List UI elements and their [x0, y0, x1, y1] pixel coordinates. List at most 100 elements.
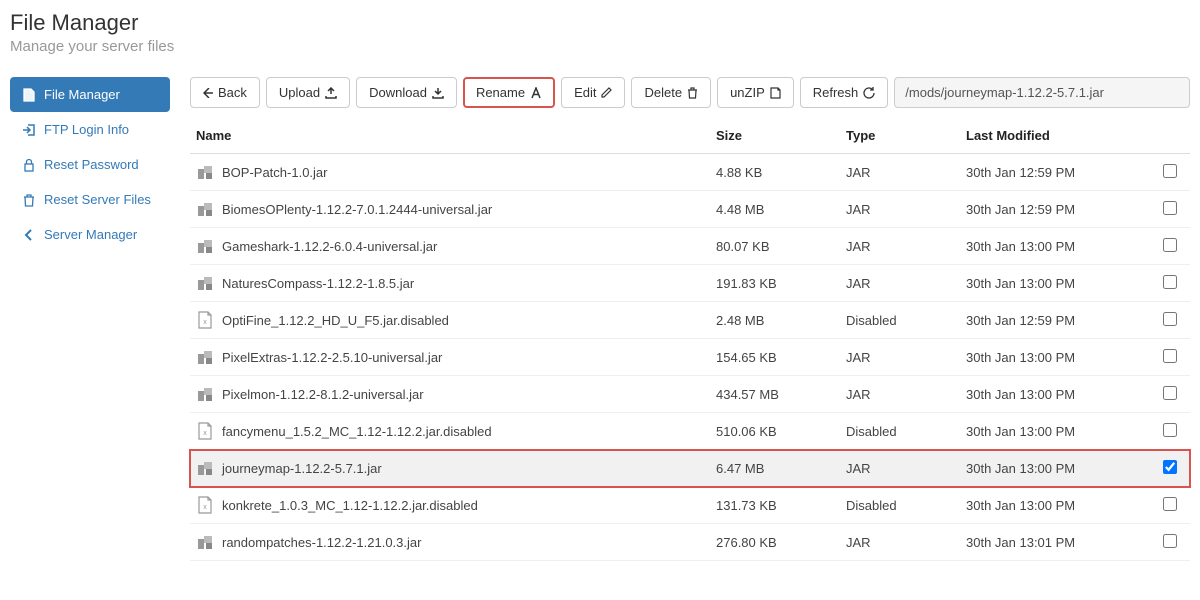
file-name-text: randompatches-1.12.2-1.21.0.3.jar	[222, 535, 421, 550]
table-row[interactable]: xfancymenu_1.5.2_MC_1.12-1.12.2.jar.disa…	[190, 413, 1190, 450]
file-type: JAR	[840, 339, 960, 376]
file-type: JAR	[840, 376, 960, 413]
file-modified: 30th Jan 13:00 PM	[960, 339, 1150, 376]
sidebar-item-label: Server Manager	[44, 227, 137, 242]
jar-file-icon	[196, 237, 214, 255]
col-header-modified[interactable]: Last Modified	[960, 120, 1150, 154]
download-button[interactable]: Download	[356, 77, 457, 108]
file-type: Disabled	[840, 413, 960, 450]
table-row[interactable]: x konkrete_1.0.3_MC_1.12-1.12.2.jar.disab…	[190, 487, 1190, 524]
row-checkbox[interactable]	[1163, 349, 1177, 363]
col-header-checkbox	[1150, 120, 1190, 154]
login-icon	[22, 123, 36, 137]
download-icon	[432, 87, 444, 99]
refresh-button[interactable]: Refresh	[800, 77, 889, 108]
col-header-size[interactable]: Size	[710, 120, 840, 154]
file-name-text: NaturesCompass-1.12.2-1.8.5.jar	[222, 276, 414, 291]
file-modified: 30th Jan 13:00 PM	[960, 450, 1150, 487]
row-checkbox[interactable]	[1163, 201, 1177, 215]
sidebar-item-label: Reset Password	[44, 157, 139, 172]
file-size: 4.48 MB	[710, 191, 840, 228]
chevron-left-icon	[22, 228, 36, 242]
sidebar-item-reset-server-files[interactable]: Reset Server Files	[10, 182, 170, 217]
table-row[interactable]: xOptiFine_1.12.2_HD_U_F5.jar.disabled2.4…	[190, 302, 1190, 339]
table-row[interactable]: Gameshark-1.12.2-6.0.4-universal.jar 80.0…	[190, 228, 1190, 265]
edit-label: Edit	[574, 85, 596, 100]
file-size: 2.48 MB	[710, 302, 840, 339]
file-name-text: BOP-Patch-1.0.jar	[222, 165, 328, 180]
row-checkbox[interactable]	[1163, 497, 1177, 511]
table-row[interactable]: BOP-Patch-1.0.jar 4.88 KBJAR30th Jan 12:5…	[190, 154, 1190, 191]
table-row[interactable]: Pixelmon-1.12.2-8.1.2-universal.jar 434.5…	[190, 376, 1190, 413]
file-modified: 30th Jan 13:00 PM	[960, 413, 1150, 450]
page-subtitle: Manage your server files	[10, 38, 1190, 55]
file-modified: 30th Jan 13:00 PM	[960, 265, 1150, 302]
file-size: 6.47 MB	[710, 450, 840, 487]
file-type: Disabled	[840, 302, 960, 339]
sidebar-item-file-manager[interactable]: File Manager	[10, 77, 170, 112]
rename-label: Rename	[476, 85, 525, 100]
sidebar-item-server-manager[interactable]: Server Manager	[10, 217, 170, 252]
delete-label: Delete	[644, 85, 682, 100]
refresh-icon	[863, 87, 875, 99]
disabled-file-icon: x	[196, 422, 214, 440]
rename-button[interactable]: Rename	[463, 77, 555, 108]
jar-file-icon	[196, 163, 214, 181]
sidebar: File Manager FTP Login Info Reset Password…	[10, 77, 170, 561]
delete-button[interactable]: Delete	[631, 77, 711, 108]
file-name-text: OptiFine_1.12.2_HD_U_F5.jar.disabled	[222, 313, 449, 328]
arrow-left-icon	[203, 88, 213, 98]
sidebar-item-ftp-login-info[interactable]: FTP Login Info	[10, 112, 170, 147]
table-row[interactable]: randompatches-1.12.2-1.21.0.3.jar 276.80 …	[190, 524, 1190, 561]
row-checkbox[interactable]	[1163, 312, 1177, 326]
svg-text:x: x	[203, 504, 207, 511]
file-size: 434.57 MB	[710, 376, 840, 413]
row-checkbox[interactable]	[1163, 275, 1177, 289]
archive-icon	[770, 87, 781, 99]
file-type: JAR	[840, 154, 960, 191]
row-checkbox[interactable]	[1163, 238, 1177, 252]
row-checkbox[interactable]	[1163, 460, 1177, 474]
table-row[interactable]: BiomesOPlenty-1.12.2-7.0.1.2444-universa…	[190, 191, 1190, 228]
file-modified: 30th Jan 12:59 PM	[960, 302, 1150, 339]
unzip-button[interactable]: unZIP	[717, 77, 794, 108]
file-size: 276.80 KB	[710, 524, 840, 561]
edit-button[interactable]: Edit	[561, 77, 625, 108]
disabled-file-icon: x	[196, 496, 214, 514]
sidebar-item-reset-password[interactable]: Reset Password	[10, 147, 170, 182]
file-icon	[22, 88, 36, 102]
unzip-label: unZIP	[730, 85, 765, 100]
row-checkbox[interactable]	[1163, 386, 1177, 400]
file-size: 4.88 KB	[710, 154, 840, 191]
download-label: Download	[369, 85, 427, 100]
file-modified: 30th Jan 12:59 PM	[960, 154, 1150, 191]
file-type: JAR	[840, 265, 960, 302]
file-name-text: Gameshark-1.12.2-6.0.4-universal.jar	[222, 239, 437, 254]
col-header-type[interactable]: Type	[840, 120, 960, 154]
sidebar-item-label: Reset Server Files	[44, 192, 151, 207]
lock-icon	[22, 158, 36, 172]
table-row[interactable]: journeymap-1.12.2-5.7.1.jar6.47 MBJAR30t…	[190, 450, 1190, 487]
back-button[interactable]: Back	[190, 77, 260, 108]
file-name-text: Pixelmon-1.12.2-8.1.2-universal.jar	[222, 387, 424, 402]
upload-button[interactable]: Upload	[266, 77, 350, 108]
row-checkbox[interactable]	[1163, 534, 1177, 548]
file-name-text: BiomesOPlenty-1.12.2-7.0.1.2444-universa…	[222, 202, 492, 217]
file-name-text: konkrete_1.0.3_MC_1.12-1.12.2.jar.disabl…	[222, 498, 478, 513]
file-size: 191.83 KB	[710, 265, 840, 302]
jar-file-icon	[196, 274, 214, 292]
file-modified: 30th Jan 13:00 PM	[960, 228, 1150, 265]
file-table: Name Size Type Last Modified BOP-Patch-1…	[190, 120, 1190, 561]
path-input[interactable]	[894, 77, 1190, 108]
jar-file-icon	[196, 385, 214, 403]
file-size: 80.07 KB	[710, 228, 840, 265]
sidebar-item-label: File Manager	[44, 87, 120, 102]
table-row[interactable]: NaturesCompass-1.12.2-1.8.5.jar 191.83 KB…	[190, 265, 1190, 302]
table-row[interactable]: PixelExtras-1.12.2-2.5.10-universal.jar1…	[190, 339, 1190, 376]
upload-icon	[325, 87, 337, 99]
trash-icon	[687, 87, 698, 99]
col-header-name[interactable]: Name	[190, 120, 710, 154]
jar-file-icon	[196, 459, 214, 477]
row-checkbox[interactable]	[1163, 164, 1177, 178]
row-checkbox[interactable]	[1163, 423, 1177, 437]
